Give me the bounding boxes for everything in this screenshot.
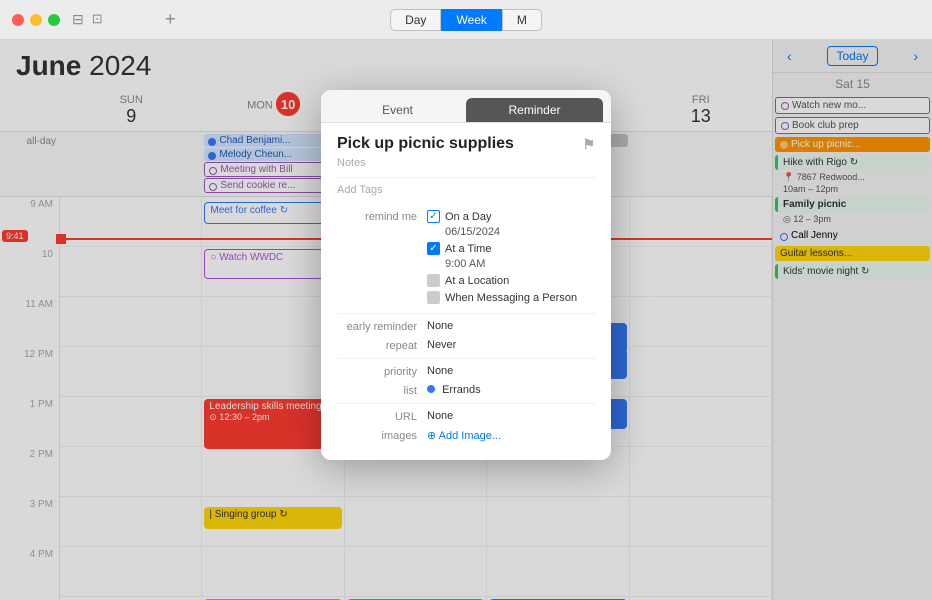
view-tabs: Day Week M: [390, 9, 542, 31]
repeat-row: repeat Never: [337, 339, 595, 352]
list-row: list Errands: [337, 384, 595, 397]
inbox-icon[interactable]: ⊡: [92, 11, 103, 28]
url-row: URL None: [337, 410, 595, 423]
tab-week[interactable]: Week: [441, 9, 501, 31]
when-messaging-checkbox[interactable]: [427, 291, 440, 304]
close-button[interactable]: [12, 14, 24, 26]
url-value[interactable]: None: [427, 410, 595, 422]
divider: [337, 313, 595, 314]
fullscreen-button[interactable]: [48, 14, 60, 26]
flag-icon[interactable]: ⚑: [582, 136, 595, 153]
priority-value[interactable]: None: [427, 365, 595, 377]
at-a-time-checkbox[interactable]: ✓: [427, 242, 440, 255]
at-location-checkbox[interactable]: [427, 274, 440, 287]
images-row: images ⊕ Add Image...: [337, 429, 595, 442]
at-location-label: At a Location: [445, 275, 509, 287]
divider-3: [337, 403, 595, 404]
at-a-time-label: At a Time: [445, 243, 491, 255]
titlebar-icons: ⊟ ⊡: [72, 11, 103, 28]
traffic-lights: [12, 14, 60, 26]
when-messaging-label: When Messaging a Person: [445, 292, 577, 304]
modal-overlay: Event Reminder Pick up picnic supplies ⚑…: [0, 40, 932, 600]
titlebar: ⊟ ⊡ + Day Week M: [0, 0, 932, 40]
remind-me-row: remind me ✓ On a Day 06/15/2024 ✓ At a T…: [337, 210, 595, 307]
modal-body: Pick up picnic supplies ⚑ Notes Add Tags…: [321, 123, 611, 460]
list-name: Errands: [442, 384, 481, 396]
on-a-day-checkbox[interactable]: ✓: [427, 210, 440, 223]
priority-row: priority None: [337, 365, 595, 378]
add-event-button[interactable]: +: [165, 9, 176, 30]
url-label: URL: [337, 410, 427, 423]
repeat-value[interactable]: Never: [427, 339, 595, 351]
minimize-button[interactable]: [30, 14, 42, 26]
sidebar-toggle-icon[interactable]: ⊟: [72, 11, 84, 28]
on-a-day-row: ✓ On a Day: [427, 210, 595, 223]
at-a-time-value: 9:00 AM: [445, 258, 595, 270]
images-label: images: [337, 429, 427, 442]
list-dot: [427, 385, 435, 393]
divider-2: [337, 358, 595, 359]
early-reminder-row: early reminder None: [337, 320, 595, 333]
modal-title-text: Pick up picnic supplies: [337, 135, 514, 153]
on-a-day-date: 06/15/2024: [445, 226, 595, 238]
tab-event[interactable]: Event: [329, 98, 466, 122]
modal-notes[interactable]: Notes: [337, 157, 595, 169]
add-image-button[interactable]: ⊕ Add Image...: [427, 429, 595, 442]
modal-title-row: Pick up picnic supplies ⚑: [337, 135, 595, 153]
list-label: list: [337, 384, 427, 397]
at-a-time-row: ✓ At a Time: [427, 242, 595, 255]
remind-me-content: ✓ On a Day 06/15/2024 ✓ At a Time 9:00 A…: [427, 210, 595, 307]
tab-reminder[interactable]: Reminder: [466, 98, 603, 122]
tab-day[interactable]: Day: [390, 9, 441, 31]
on-a-day-label: On a Day: [445, 211, 491, 223]
remind-me-label: remind me: [337, 210, 427, 223]
tab-month[interactable]: M: [502, 9, 542, 31]
at-location-row: At a Location: [427, 274, 595, 287]
reminder-modal: Event Reminder Pick up picnic supplies ⚑…: [321, 90, 611, 460]
modal-tabs: Event Reminder: [321, 90, 611, 123]
early-reminder-label: early reminder: [337, 320, 427, 333]
list-value[interactable]: Errands: [427, 384, 595, 396]
modal-add-tags[interactable]: Add Tags: [337, 177, 595, 202]
repeat-label: repeat: [337, 339, 427, 352]
early-reminder-value[interactable]: None: [427, 320, 595, 332]
priority-label: priority: [337, 365, 427, 378]
when-messaging-row: When Messaging a Person: [427, 291, 595, 304]
